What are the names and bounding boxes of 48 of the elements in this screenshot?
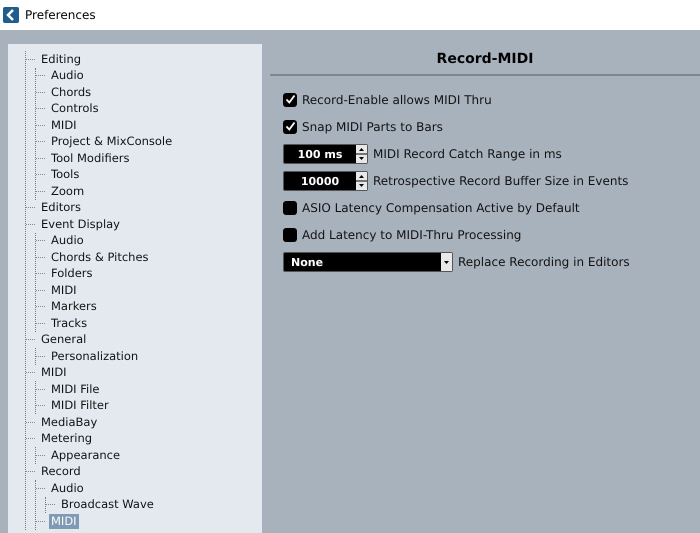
setting-label: Snap MIDI Parts to Bars (302, 118, 443, 136)
setting-label: Retrospective Record Buffer Size in Events (373, 172, 628, 190)
tree-item[interactable]: MIDI (49, 118, 79, 133)
tree-item[interactable]: Chords (49, 84, 94, 100)
tree-item[interactable]: Editing (39, 52, 84, 67)
tree-item[interactable]: Event Display (39, 216, 122, 232)
tree-item[interactable]: Broadcast Wave (59, 497, 156, 512)
tree-item[interactable]: MIDI Filter (49, 398, 111, 414)
tree-item[interactable]: MIDI (39, 365, 69, 380)
caret-icon (441, 252, 452, 270)
checkbox[interactable] (283, 120, 297, 134)
tree-item[interactable]: Folders (49, 266, 95, 282)
setting-label: Replace Recording in Editors (458, 254, 630, 270)
dropdown[interactable]: None (283, 252, 453, 272)
tree-item[interactable]: Metering (39, 431, 94, 446)
tree-item[interactable]: Audio (49, 68, 86, 84)
number-field[interactable]: 10000 (283, 170, 368, 190)
setting-label: MIDI Record Catch Range in ms (373, 146, 562, 162)
tree-item[interactable]: MIDI File (49, 382, 102, 397)
tree-item[interactable]: Record (39, 464, 83, 480)
spinner-arrows-icon[interactable] (356, 144, 367, 162)
setting-label: ASIO Latency Compensation Active by Default (302, 200, 580, 216)
checkbox[interactable] (283, 200, 297, 214)
app-icon (3, 7, 19, 23)
checkbox[interactable] (283, 228, 297, 242)
tree-item[interactable]: Appearance (49, 448, 122, 463)
checkbox[interactable] (283, 92, 297, 106)
tree-item[interactable]: Controls (49, 101, 101, 116)
tree-item[interactable]: MIDI (49, 282, 79, 298)
setting-label: Add Latency to MIDI-Thru Processing (302, 226, 522, 244)
tree-item[interactable]: Project & MixConsole (49, 134, 174, 150)
panel-title: Record-MIDI (436, 51, 534, 67)
setting-label: Record-Enable allows MIDI Thru (302, 92, 492, 108)
tree-item[interactable]: Personalization (49, 348, 140, 364)
spinner-arrows-icon[interactable] (356, 172, 367, 190)
tree-item[interactable]: General (39, 332, 88, 348)
tree-item[interactable]: Audio (49, 233, 86, 248)
tree-item[interactable]: Tools (49, 167, 82, 182)
tree-item[interactable]: Tracks (49, 316, 90, 331)
tree-item[interactable]: Tool Modifiers (49, 150, 132, 166)
tree-item[interactable]: MediaBay (39, 414, 100, 430)
tree-item[interactable]: Chords & Pitches (49, 250, 151, 265)
tree-item[interactable]: Audio (49, 480, 86, 496)
tree-item[interactable]: Zoom (49, 184, 86, 199)
window-title: Preferences (25, 8, 96, 22)
number-field[interactable]: 100 ms (283, 144, 368, 164)
tree-item[interactable]: Markers (49, 299, 99, 314)
tree-item[interactable]: Editors (39, 200, 84, 216)
